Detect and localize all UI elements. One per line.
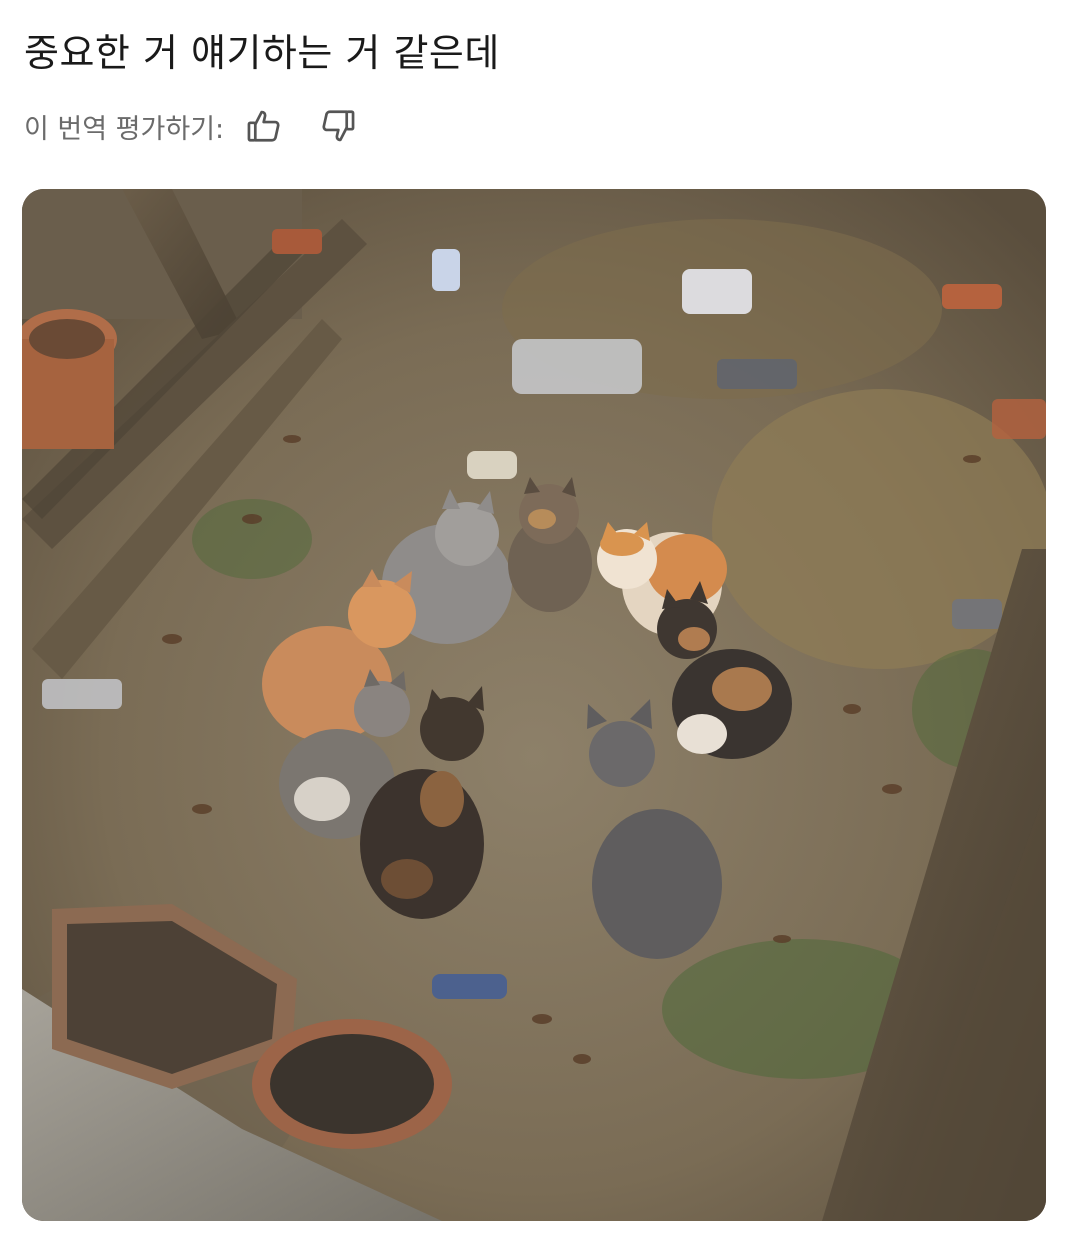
translation-rating-bar: 이 번역 평가하기: [24,104,360,148]
thumbs-down-button[interactable] [316,104,360,148]
kittens-photo-illustration [22,189,1046,1221]
attached-photo[interactable] [22,189,1046,1221]
thumbs-up-button[interactable] [242,104,286,148]
thumbs-down-icon [322,110,355,142]
thumbs-up-icon [247,110,280,142]
translation-rating-label: 이 번역 평가하기: [24,113,225,145]
post-text: 중요한 거 얘기하는 거 같은데 [24,31,500,75]
